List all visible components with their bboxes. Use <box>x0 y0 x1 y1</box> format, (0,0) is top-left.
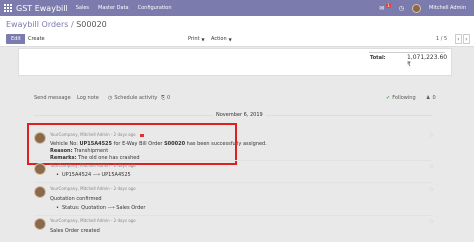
apps-menu-icon[interactable] <box>0 0 16 16</box>
create-button[interactable]: Create <box>25 34 48 44</box>
menu-configuration[interactable]: Configuration <box>138 5 172 11</box>
top-navbar: GST Ewaybill Sales Master Data Configura… <box>0 0 474 16</box>
menu-sales[interactable]: Sales <box>76 5 89 11</box>
highlight-box <box>27 123 237 165</box>
message-divider <box>34 182 432 183</box>
caret-down-icon: ▼ <box>201 36 205 42</box>
message-body: Quotation confirmed <box>50 196 102 202</box>
user-icon: ♟ <box>426 95 431 101</box>
message-author: YourCompany, Mitchell Admin - 2 days ago <box>50 218 136 223</box>
pager-next-button[interactable]: › <box>463 34 470 44</box>
tracking-change: Status: Quotation ⟶ Sales Order <box>56 205 145 211</box>
star-icon[interactable]: ☆ <box>429 163 434 170</box>
message-item: YourCompany, Mitchell Admin - 2 days ago… <box>34 218 434 240</box>
schedule-activity-button[interactable]: ◷ Schedule activity <box>108 95 157 101</box>
star-icon[interactable]: ☆ <box>429 186 434 193</box>
pager-previous-button[interactable]: ‹ <box>455 34 462 44</box>
message-body: Sales Order created <box>50 228 100 234</box>
user-avatar[interactable] <box>412 3 422 13</box>
attachments-button[interactable]: ⎘ 0 <box>161 95 170 101</box>
breadcrumb-current: S00020 <box>76 20 107 29</box>
app-name[interactable]: GST Ewaybill <box>16 4 68 13</box>
following-label: Following <box>392 95 416 101</box>
breadcrumb-parent[interactable]: Ewaybill Orders <box>6 20 68 29</box>
new-value: Sales Order <box>116 205 146 211</box>
notification-counter: 1 <box>386 3 391 8</box>
control-panel: Ewaybill Orders / S00020 Edit Create Pri… <box>0 16 474 47</box>
edit-button[interactable]: Edit <box>6 34 26 44</box>
followers-button[interactable]: ♟ 0 <box>426 95 436 101</box>
author-avatar[interactable] <box>34 163 46 175</box>
action-label: Action <box>211 36 227 42</box>
old-value: Status: Quotation <box>56 205 106 211</box>
schedule-activity-label: Schedule activity <box>114 95 158 101</box>
following-button[interactable]: ✔ Following <box>386 95 416 101</box>
user-menu[interactable]: Mitchell Admin <box>429 5 466 11</box>
message-author: YourCompany, Mitchell Admin - 2 days ago <box>50 163 136 168</box>
clock-icon[interactable]: ◷ <box>399 5 404 12</box>
author-avatar[interactable] <box>34 218 46 230</box>
chevron-right-icon: › <box>465 35 468 43</box>
chevron-left-icon: ‹ <box>457 35 460 43</box>
pager-value[interactable]: 1 / 5 <box>436 36 447 42</box>
total-divider <box>369 52 445 53</box>
star-icon[interactable]: ☆ <box>429 132 434 139</box>
tracking-change: UP15A4524 ⟶ UP15A4525 <box>56 172 131 178</box>
message-divider <box>34 215 432 216</box>
attachments-count: 0 <box>167 95 171 101</box>
old-value: UP15A4524 <box>56 172 91 178</box>
star-icon[interactable]: ☆ <box>429 218 434 225</box>
new-value: UP15A4525 <box>101 172 131 178</box>
clock-icon: ◷ <box>108 95 113 101</box>
date-separator: November 6, 2019 <box>213 112 266 118</box>
arrow-right-icon: ⟶ <box>92 172 102 178</box>
print-label: Print <box>188 36 200 42</box>
followers-count: 0 <box>432 95 436 101</box>
arrow-right-icon: ⟶ <box>107 205 117 211</box>
action-dropdown[interactable]: Action ▼ <box>211 34 232 44</box>
message-author: YourCompany, Mitchell Admin - 2 days ago <box>50 186 136 191</box>
message-divider <box>34 160 432 161</box>
message-item: YourCompany, Mitchell Admin - 2 days ago… <box>34 186 434 212</box>
total-value: 1,071,223.60 ₹ <box>407 54 448 68</box>
log-note-button[interactable]: Log note <box>77 95 99 101</box>
send-message-button[interactable]: Send message <box>34 95 71 101</box>
caret-down-icon: ▼ <box>228 36 232 42</box>
print-dropdown[interactable]: Print ▼ <box>188 34 205 44</box>
form-sheet: Total: 1,071,223.60 ₹ <box>18 48 452 76</box>
paperclip-icon: ⎘ <box>161 95 166 101</box>
breadcrumb: Ewaybill Orders / S00020 <box>6 20 107 29</box>
author-avatar[interactable] <box>34 186 46 198</box>
chat-icon[interactable]: ✉ <box>379 5 384 12</box>
total-label: Total: <box>370 55 386 61</box>
check-icon: ✔ <box>386 95 391 101</box>
menu-master-data[interactable]: Master Data <box>98 5 129 11</box>
message-item: YourCompany, Mitchell Admin - 2 days ago… <box>34 163 434 181</box>
chatter-toolbar: Send message Log note ◷ Schedule activity… <box>0 92 474 106</box>
